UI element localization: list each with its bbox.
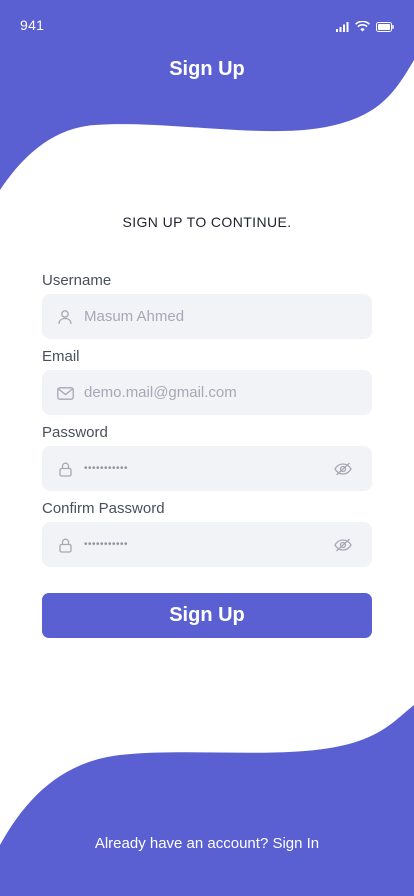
sign-up-button[interactable]: Sign Up (42, 593, 372, 638)
confirm-password-label: Confirm Password (42, 500, 165, 517)
lock-icon (56, 536, 74, 554)
eye-off-icon[interactable] (334, 460, 352, 478)
footer-prompt: Already have an account? (94, 835, 273, 852)
wifi-icon (355, 19, 370, 37)
battery-icon (376, 19, 394, 37)
username-field[interactable]: Masum Ahmed (42, 294, 372, 339)
username-label: Username (42, 272, 112, 289)
username-placeholder: Masum Ahmed (84, 308, 185, 325)
user-icon (56, 308, 74, 326)
password-value: ••••••••••• (84, 463, 129, 474)
status-icons (336, 19, 394, 37)
confirm-password-field[interactable]: ••••••••••• (42, 522, 372, 567)
mail-icon (56, 384, 74, 402)
status-bar: 941 (0, 0, 414, 50)
lock-icon (56, 460, 74, 478)
email-label: Email (42, 348, 80, 365)
footer: Already have an account? Sign In (0, 835, 414, 852)
confirm-password-value: ••••••••••• (84, 539, 129, 550)
password-field[interactable]: ••••••••••• (42, 446, 372, 491)
password-label: Password (42, 424, 108, 441)
eye-off-icon[interactable] (334, 536, 352, 554)
bottom-wave (0, 705, 414, 896)
form-subtitle: SIGN UP TO CONTINUE. (122, 214, 292, 230)
status-time: 941 (20, 17, 45, 33)
sign-in-link[interactable]: Sign In (272, 835, 319, 852)
signal-icon (336, 19, 349, 37)
email-field[interactable]: demo.mail@gmail.com (42, 370, 372, 415)
page-title: Sign Up (169, 58, 245, 80)
email-placeholder: demo.mail@gmail.com (84, 384, 237, 401)
